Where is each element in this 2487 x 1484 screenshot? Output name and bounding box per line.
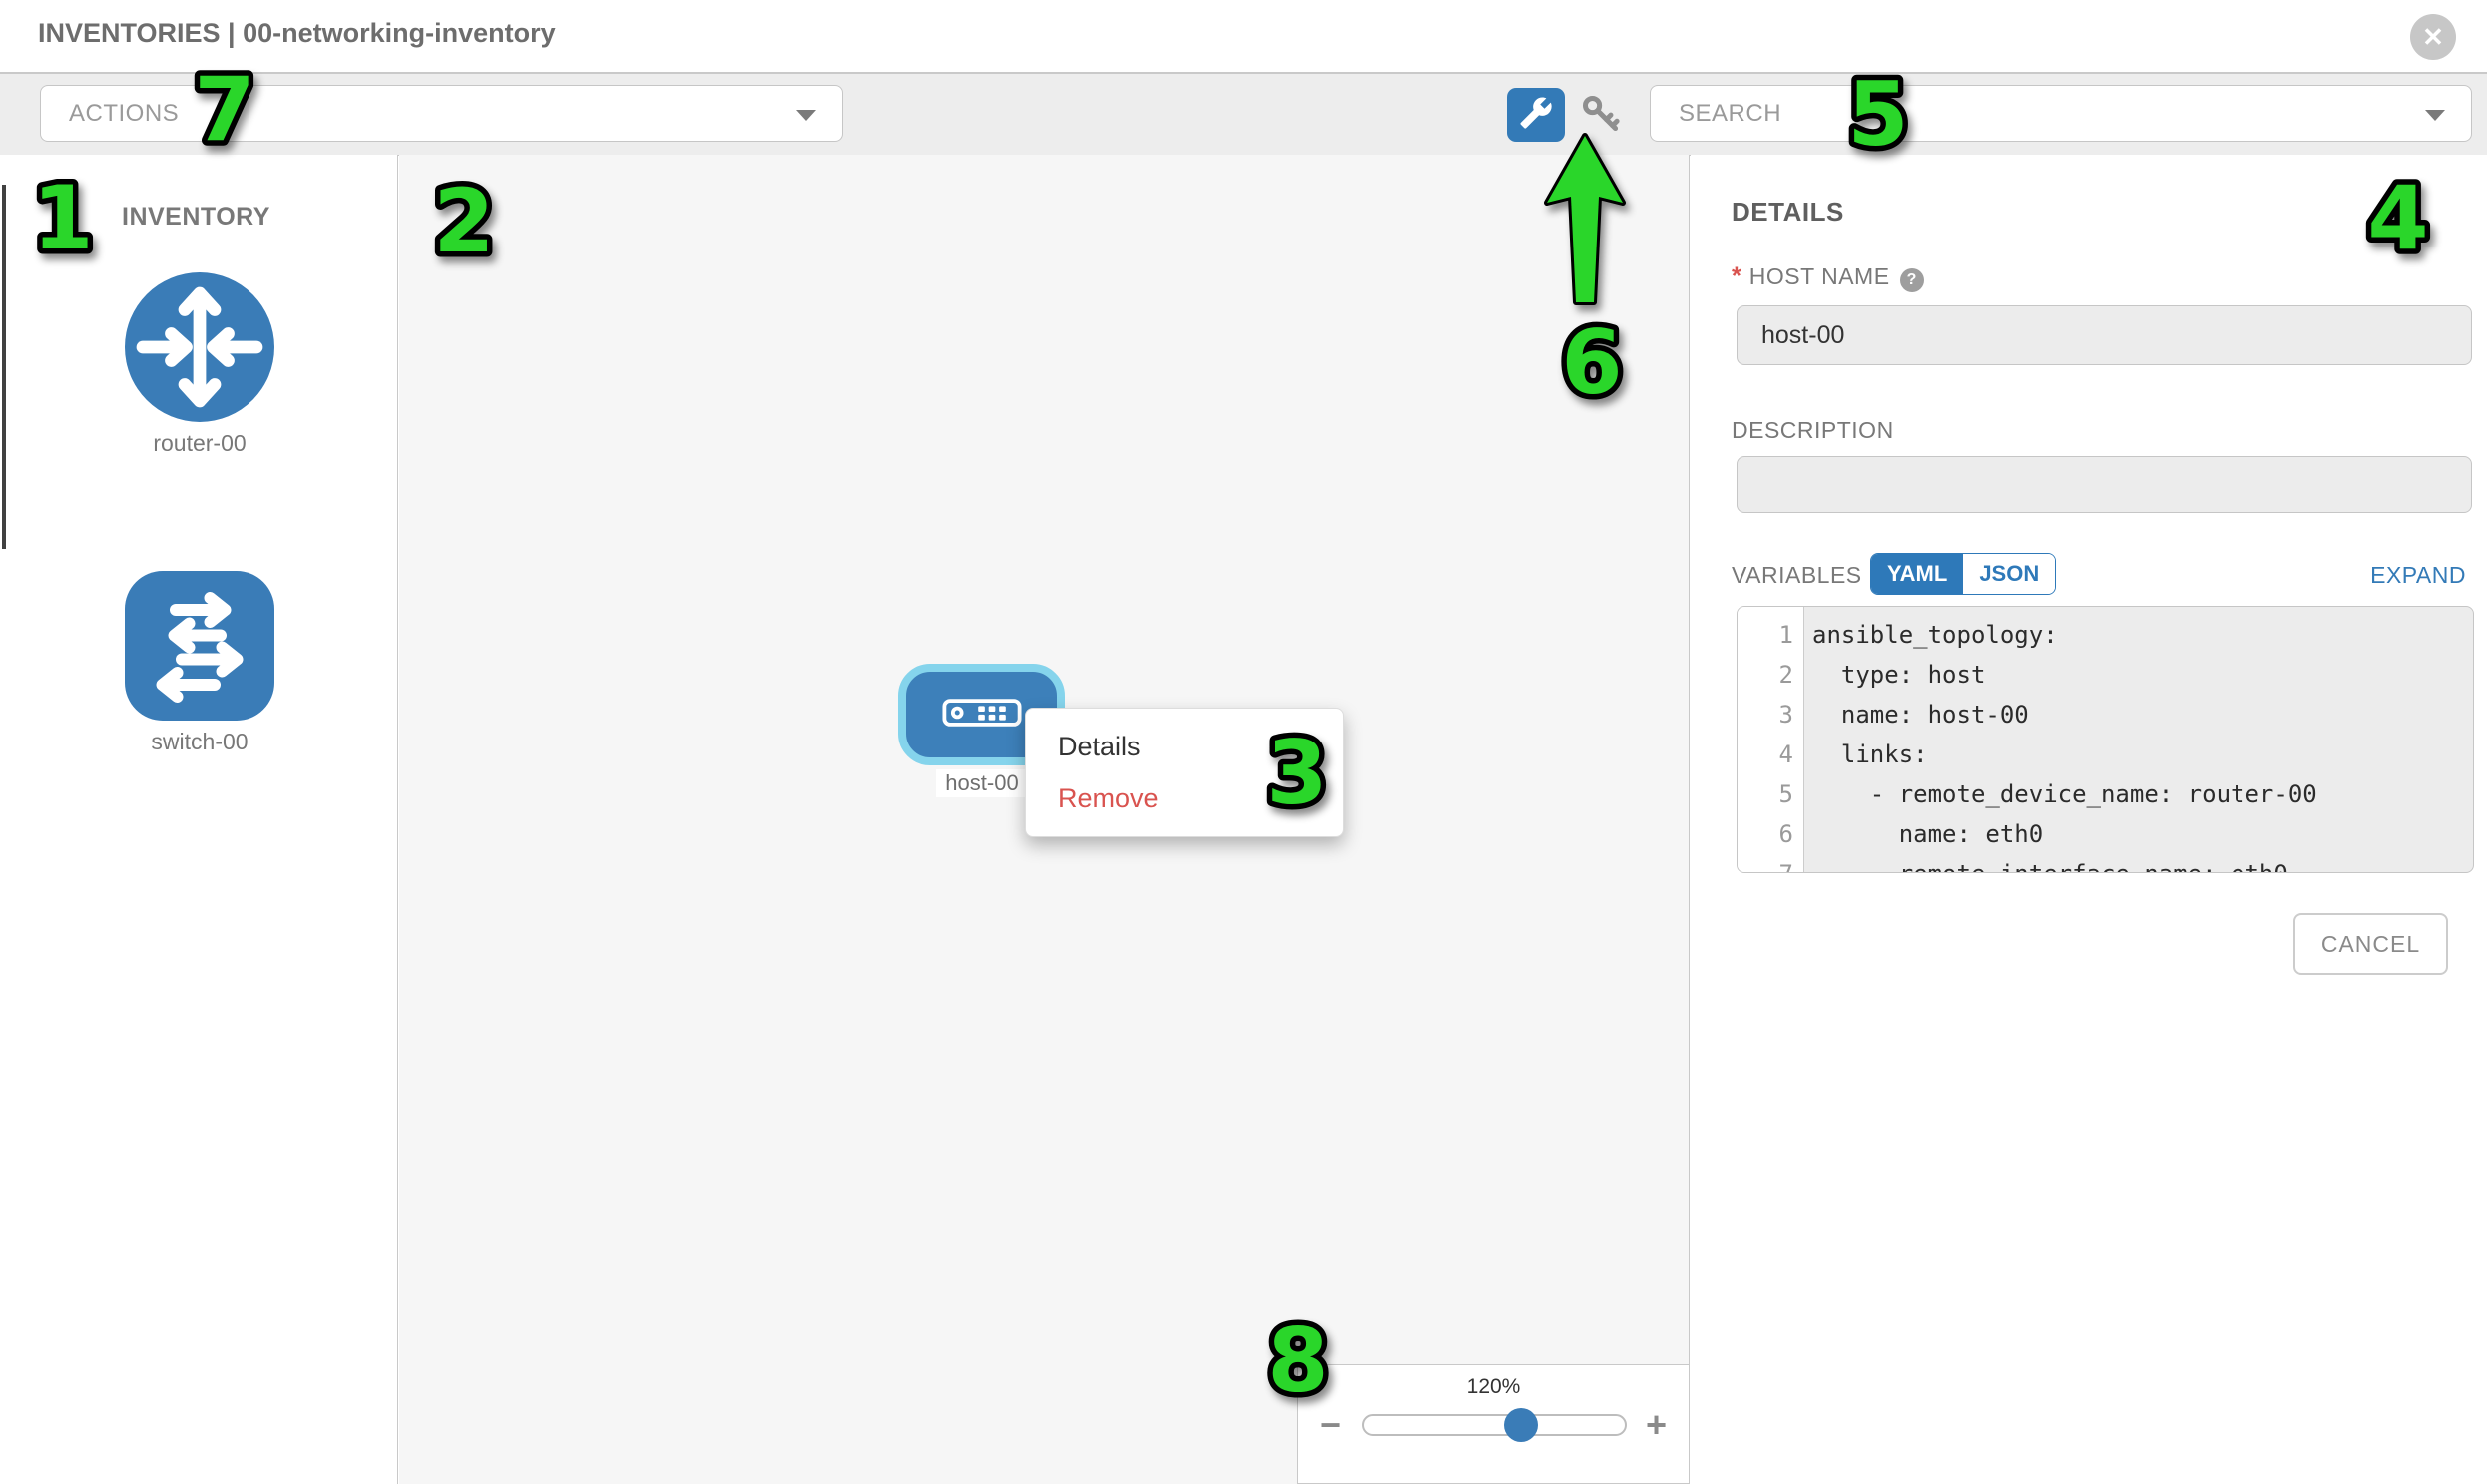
toolbar: ACTIONS xyxy=(0,74,2487,156)
sidebar-title: INVENTORY xyxy=(122,203,270,232)
line-number: 3 xyxy=(1738,695,1793,735)
code-line: name: host-00 xyxy=(1812,695,2317,735)
details-panel-title: DETAILS xyxy=(1732,197,1844,228)
code-line: - remote_device_name: router-00 xyxy=(1812,774,2317,814)
required-asterisk: * xyxy=(1732,262,1741,290)
expand-link[interactable]: EXPAND xyxy=(2370,562,2466,589)
palette-item-switch[interactable]: switch-00 xyxy=(125,571,274,755)
line-number: 7 xyxy=(1738,854,1793,873)
description-input[interactable] xyxy=(1737,456,2472,513)
host-name-label: HOST NAME xyxy=(1749,263,1890,289)
code-line: ansible_topology: xyxy=(1812,615,2317,655)
chevron-down-icon xyxy=(796,110,816,121)
json-toggle-button[interactable]: JSON xyxy=(1963,554,2055,594)
variables-format-toggle: YAML JSON xyxy=(1870,553,2056,595)
line-number: 4 xyxy=(1738,735,1793,774)
header-bar: INVENTORIES | 00-networking-inventory ✕ xyxy=(0,0,2487,74)
key-credentials-button[interactable] xyxy=(1577,92,1625,140)
host-icon xyxy=(942,698,1022,733)
line-number: 2 xyxy=(1738,655,1793,695)
zoom-out-button[interactable]: − xyxy=(1320,1407,1341,1443)
search-dropdown-label: SEARCH xyxy=(1679,100,1781,128)
zoom-slider-thumb[interactable] xyxy=(1504,1408,1538,1442)
palette-item-router[interactable]: router-00 xyxy=(125,272,274,457)
node-context-menu: Details Remove xyxy=(1025,708,1344,837)
chevron-down-icon xyxy=(2425,110,2445,121)
variables-row: VARIABLES? YAML JSON EXPAND xyxy=(1732,562,2467,606)
configure-tools-button[interactable] xyxy=(1507,88,1565,142)
palette-item-label: router-00 xyxy=(125,430,274,457)
menu-item-details[interactable]: Details xyxy=(1026,721,1343,772)
editor-line-numbers: 1 2 3 4 5 6 7 xyxy=(1738,607,1804,872)
router-icon xyxy=(125,272,274,422)
key-icon xyxy=(1578,91,1624,142)
help-icon[interactable]: ? xyxy=(1900,268,1924,292)
zoom-level-value: 120% xyxy=(1298,1375,1689,1399)
palette-item-label: switch-00 xyxy=(125,729,274,755)
search-dropdown[interactable]: SEARCH xyxy=(1650,85,2472,142)
actions-dropdown[interactable]: ACTIONS xyxy=(40,85,843,142)
editor-code-lines: ansible_topology: type: host name: host-… xyxy=(1804,607,2317,872)
wrench-icon xyxy=(1519,96,1553,135)
description-label: DESCRIPTION xyxy=(1732,417,1894,443)
actions-dropdown-label: ACTIONS xyxy=(69,100,179,128)
sidebar-scrollbar[interactable] xyxy=(2,185,6,549)
code-line: remote_interface_name: eth0 xyxy=(1812,854,2317,873)
yaml-toggle-button[interactable]: YAML xyxy=(1871,554,1963,594)
details-panel: DETAILS * HOST NAME? DESCRIPTION VARIABLE… xyxy=(1691,155,2487,1484)
zoom-control-panel: 120% − + xyxy=(1297,1364,1690,1484)
line-number: 5 xyxy=(1738,774,1793,814)
code-line: name: eth0 xyxy=(1812,814,2317,854)
code-line: type: host xyxy=(1812,655,2317,695)
host-name-label-row: * HOST NAME? xyxy=(1732,262,1924,292)
zoom-slider-track[interactable] xyxy=(1362,1414,1627,1436)
topology-canvas[interactable]: host-00 Details Remove 120% − + xyxy=(399,155,1690,1484)
variables-code-editor[interactable]: 1 2 3 4 5 6 7 ansible_topology: type: ho… xyxy=(1737,606,2474,873)
code-line: links: xyxy=(1812,735,2317,774)
zoom-in-button[interactable]: + xyxy=(1646,1407,1667,1443)
close-icon[interactable]: ✕ xyxy=(2410,14,2456,60)
menu-item-remove[interactable]: Remove xyxy=(1026,772,1343,824)
switch-icon xyxy=(125,571,274,721)
host-name-input[interactable] xyxy=(1737,305,2472,365)
line-number: 6 xyxy=(1738,814,1793,854)
inventory-topology-view: INVENTORIES | 00-networking-inventory ✕ … xyxy=(0,0,2487,1484)
line-number: 1 xyxy=(1738,615,1793,655)
cancel-button[interactable]: CANCEL xyxy=(2293,913,2448,975)
host-node-label: host-00 xyxy=(936,769,1028,797)
page-title: INVENTORIES | 00-networking-inventory xyxy=(38,18,556,49)
description-label-row: DESCRIPTION xyxy=(1732,417,1894,444)
inventory-sidebar: INVENTORY router-00 xyxy=(0,155,398,1484)
variables-label: VARIABLES xyxy=(1732,562,1862,588)
